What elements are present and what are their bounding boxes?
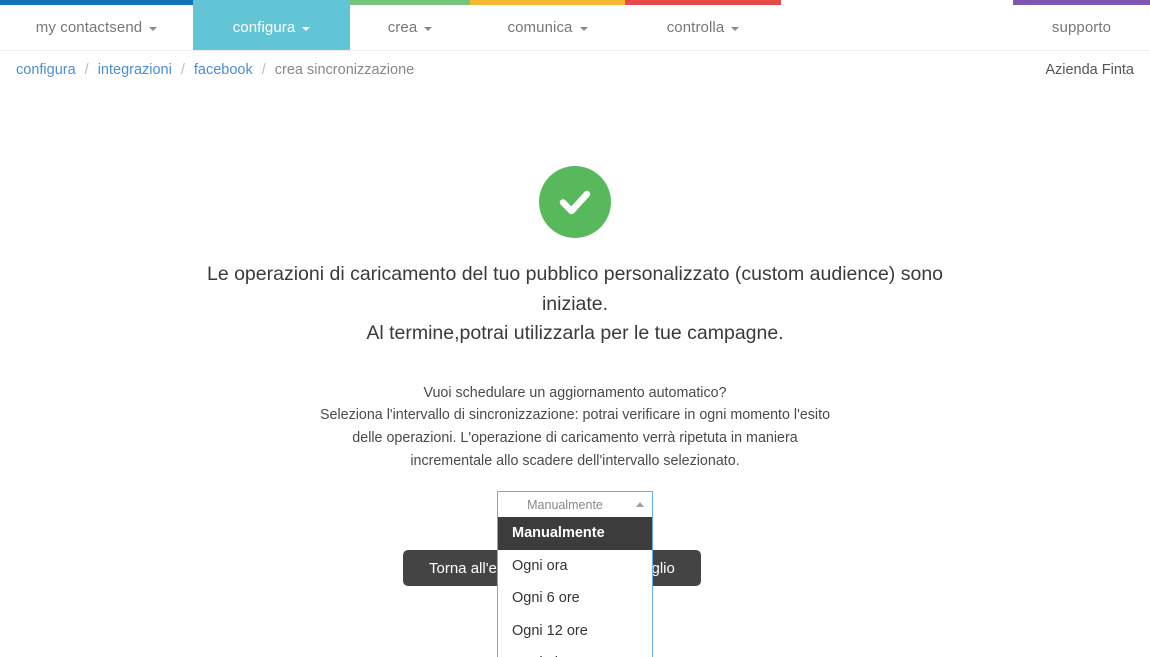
chevron-down-icon — [302, 26, 311, 31]
nav-item-comunica[interactable]: comunica — [470, 5, 625, 50]
breadcrumb-item-configura[interactable]: configura — [16, 62, 76, 78]
nav-item-label: controlla — [666, 19, 725, 36]
breadcrumb-row: configura / integrazioni / facebook / crea sin… — [0, 51, 1150, 89]
nav-item-label: comunica — [507, 19, 573, 36]
main-content: Le operazioni di caricamento del tuo pub… — [0, 89, 1150, 657]
sync-interval-option-1[interactable]: Ogni ora — [498, 550, 652, 582]
sync-interval-select-area: Manualmente Manualmente Ogni ora Ogni 6 or… — [0, 491, 1150, 657]
breadcrumb-item-integrazioni[interactable]: integrazioni — [98, 62, 172, 78]
sync-interval-option-4[interactable]: Ogni giorno — [498, 647, 652, 657]
breadcrumb-separator: / — [261, 62, 266, 78]
success-headline-line-1: Le operazioni di caricamento del tuo pub… — [206, 263, 944, 315]
breadcrumb-separator: / — [84, 62, 89, 78]
nav-item-crea[interactable]: crea — [350, 5, 470, 50]
chevron-down-icon — [731, 26, 740, 31]
success-headline-line-2: Al termine,potrai utilizzarla per le tue… — [366, 322, 784, 345]
nav-item-label: my contactsend — [35, 19, 143, 36]
nav-item-controlla[interactable]: controlla — [625, 5, 781, 50]
success-headline: Le operazioni di caricamento del tuo pub… — [205, 260, 945, 349]
caret-up-icon — [636, 502, 644, 508]
nav-item-label: crea — [387, 19, 418, 36]
schedule-description: Vuoi schedulare un aggiornamento automat… — [275, 382, 875, 472]
sync-interval-selected-value: Manualmente — [527, 497, 603, 512]
main-navigation: my contactsend configura crea comunica contr… — [0, 5, 1150, 51]
sync-interval-select[interactable]: Manualmente — [497, 491, 653, 518]
chevron-down-icon — [579, 26, 588, 31]
breadcrumb: configura / integrazioni / facebook / crea sin… — [16, 62, 414, 78]
chevron-down-icon — [424, 26, 433, 31]
nav-item-label: configura — [232, 19, 296, 36]
nav-item-my-contactsend[interactable]: my contactsend — [0, 5, 193, 50]
breadcrumb-item-crea-sincronizzazione: crea sincronizzazione — [274, 62, 415, 78]
nav-item-configura[interactable]: configura — [193, 5, 350, 50]
schedule-question: Vuoi schedulare un aggiornamento automat… — [423, 384, 727, 401]
nav-item-label: supporto — [1051, 19, 1112, 36]
schedule-description-line-2: delle operazioni. L'operazione di carica… — [352, 430, 798, 447]
sync-interval-option-0[interactable]: Manualmente — [498, 517, 652, 550]
check-circle-icon — [539, 166, 611, 238]
nav-item-supporto[interactable]: supporto — [1013, 5, 1150, 50]
sync-interval-option-3[interactable]: Ogni 12 ore — [498, 615, 652, 647]
company-name: Azienda Finta — [1045, 62, 1134, 78]
chevron-down-icon — [149, 26, 158, 31]
success-icon-wrap — [0, 166, 1150, 238]
breadcrumb-item-facebook[interactable]: facebook — [194, 62, 253, 78]
sync-interval-option-2[interactable]: Ogni 6 ore — [498, 582, 652, 614]
schedule-description-line-1: Seleziona l'intervallo di sincronizzazio… — [319, 407, 831, 424]
breadcrumb-separator: / — [180, 62, 185, 78]
sync-interval-options-list[interactable]: Manualmente Ogni ora Ogni 6 ore Ogni 12 ore… — [497, 517, 653, 657]
schedule-description-line-3: incrementale allo scadere dell'intervall… — [410, 452, 740, 469]
